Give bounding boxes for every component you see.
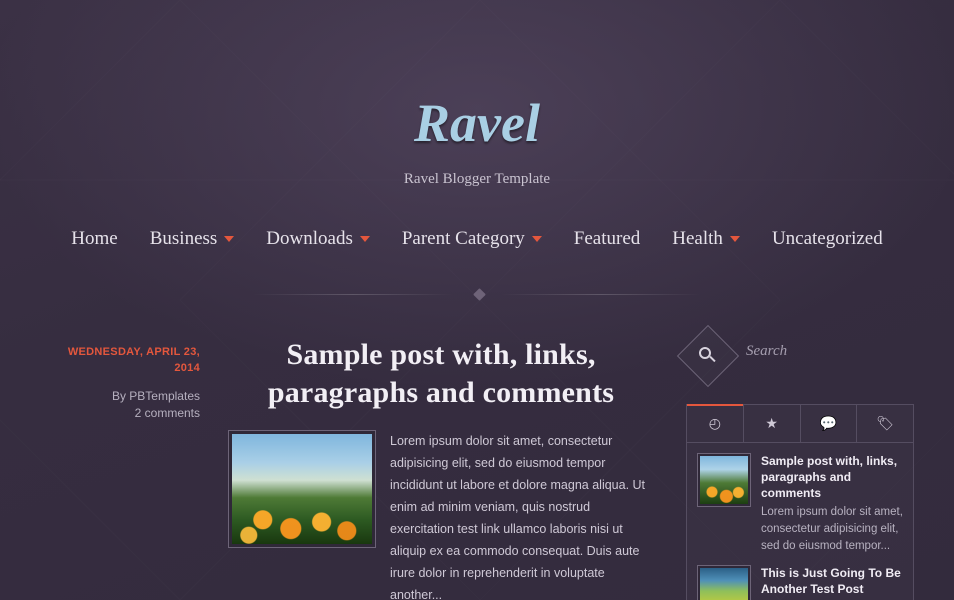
comment-icon: 💬 <box>819 415 838 431</box>
list-item-thumbnail <box>697 453 751 507</box>
site-tagline: Ravel Blogger Template <box>403 171 551 187</box>
post-excerpt: Lorem ipsum dolor sit amet, consectetur … <box>390 434 646 600</box>
search-input[interactable] <box>744 342 910 361</box>
list-item[interactable]: Sample post with, links, paragraphs and … <box>697 453 903 555</box>
tab-comments[interactable]: 💬 <box>801 405 858 442</box>
post-thumbnail[interactable] <box>228 430 376 548</box>
divider-diamond <box>473 288 486 301</box>
nav-label: Business <box>149 228 218 249</box>
sidebar-widget: ◴ ★ 💬 🏷 Sample post with, links, paragra… <box>686 404 914 600</box>
post-thumbnail-image <box>232 434 372 544</box>
list-item-title[interactable]: Sample post with, links, paragraphs and … <box>761 453 903 501</box>
clock-icon: ◴ <box>708 415 721 431</box>
post-date: WEDNESDAY, APRIL 23, 2014 <box>67 346 200 374</box>
tab-recent[interactable]: ◴ <box>687 404 744 442</box>
list-item-text: Sample post with, links, paragraphs and … <box>761 453 903 555</box>
search-widget <box>676 324 914 388</box>
chevron-down-icon <box>224 236 235 242</box>
content-area: WEDNESDAY, APRIL 23, 2014 By PBTemplates… <box>0 324 954 600</box>
post-comment-count[interactable]: 2 comments <box>40 405 200 422</box>
post-title[interactable]: Sample post with, links, paragraphs and … <box>228 336 654 412</box>
sidebar: ◴ ★ 💬 🏷 <box>676 324 914 600</box>
tab-popular[interactable]: ★ <box>744 405 801 442</box>
list-item-snippet: Lorem ipsum dolor sit amet, consectetur … <box>761 506 903 552</box>
tag-icon: 🏷 <box>876 415 895 431</box>
list-item-title[interactable]: This is Just Going To Be Another Test Po… <box>761 565 903 597</box>
chevron-down-icon <box>531 236 542 242</box>
post-article: Sample post with, links, paragraphs and … <box>228 330 654 600</box>
divider-line-right <box>501 294 701 295</box>
nav-item-home[interactable]: Home <box>55 228 133 250</box>
post-author[interactable]: By PBTemplates <box>40 388 200 405</box>
list-item-image <box>700 456 748 504</box>
nav-label: Parent Category <box>401 228 525 249</box>
post-body: Lorem ipsum dolor sit amet, consectetur … <box>228 430 654 600</box>
page-root: Ravel Ravel Blogger Template Home Busine… <box>0 0 954 600</box>
list-item-thumbnail <box>697 565 751 600</box>
nav-item-featured[interactable]: Featured <box>558 228 656 250</box>
nav-item-health[interactable]: Health <box>656 228 756 250</box>
site-title[interactable]: Ravel <box>0 92 954 154</box>
nav-label: Home <box>71 228 118 249</box>
widget-content: Sample post with, links, paragraphs and … <box>687 443 913 600</box>
list-item[interactable]: This is Just Going To Be Another Test Po… <box>697 565 903 600</box>
chevron-down-icon <box>729 236 740 242</box>
nav-label: Uncategorized <box>771 228 883 249</box>
nav-item-business[interactable]: Business <box>134 228 251 250</box>
nav-label: Featured <box>573 228 641 249</box>
nav-item-parent-category[interactable]: Parent Category <box>386 228 558 250</box>
nav-item-downloads[interactable]: Downloads <box>250 228 386 250</box>
nav-label: Health <box>672 228 723 249</box>
post-meta: WEDNESDAY, APRIL 23, 2014 By PBTemplates… <box>40 344 200 422</box>
widget-tab-bar: ◴ ★ 💬 🏷 <box>687 404 913 443</box>
chevron-down-icon <box>359 236 370 242</box>
main-navigation: Home Business Downloads Parent Category … <box>0 228 954 250</box>
star-icon: ★ <box>765 415 778 431</box>
nav-item-uncategorized[interactable]: Uncategorized <box>756 228 899 250</box>
search-icon[interactable] <box>699 347 716 364</box>
section-divider <box>253 288 701 301</box>
divider-line-left <box>253 294 453 295</box>
nav-label: Downloads <box>266 228 353 249</box>
list-item-text: This is Just Going To Be Another Test Po… <box>761 565 903 600</box>
tab-tags[interactable]: 🏷 <box>857 405 913 442</box>
list-item-image <box>700 568 748 600</box>
